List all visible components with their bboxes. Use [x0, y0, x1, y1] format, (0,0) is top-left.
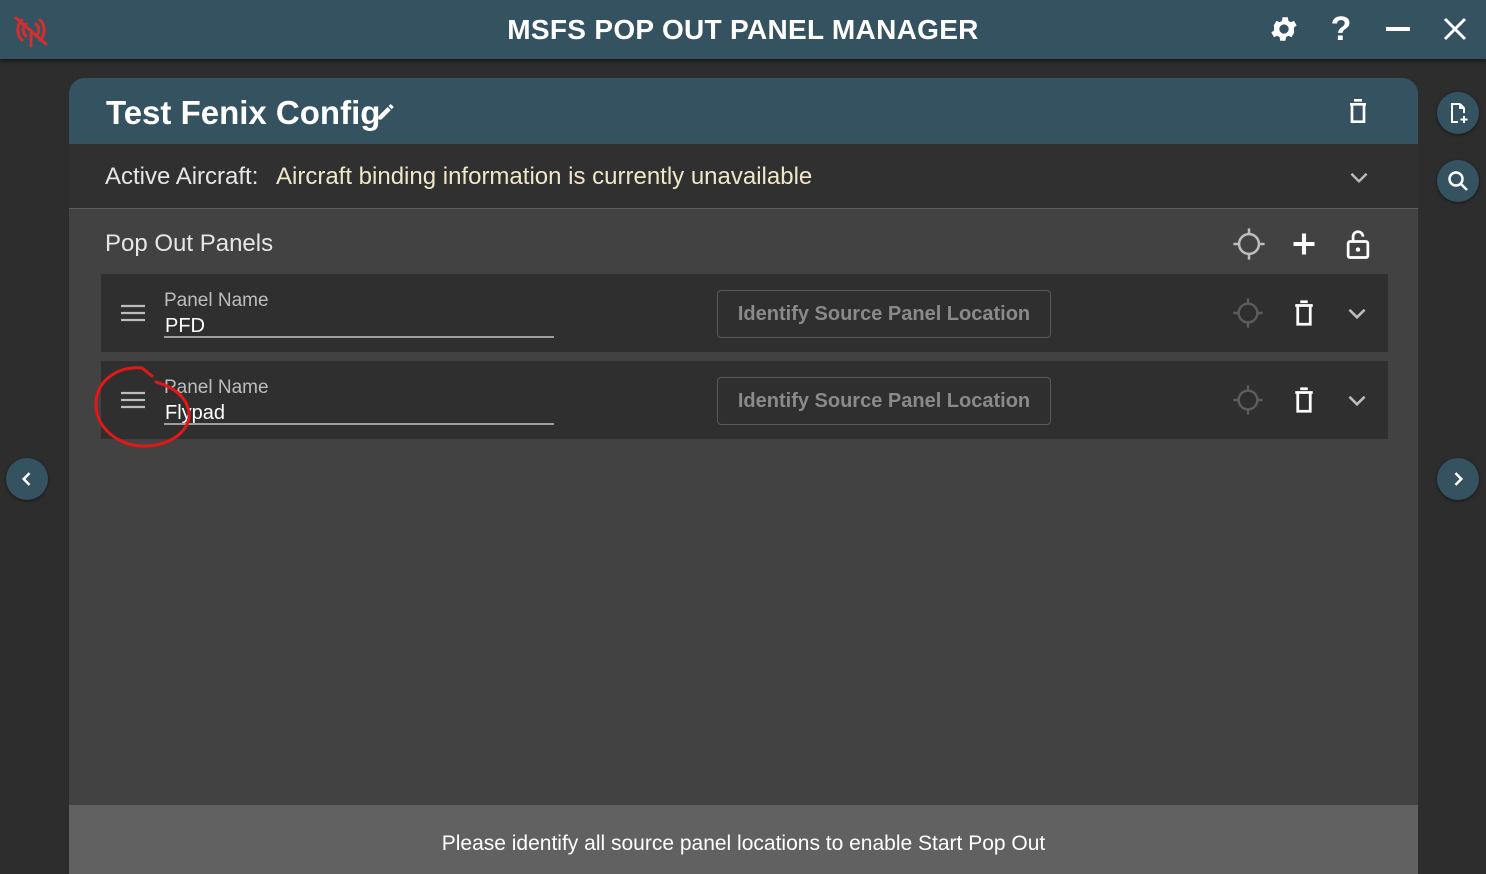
active-aircraft-row[interactable]: Active Aircraft: Aircraft binding inform… [69, 144, 1418, 209]
crosshair-icon[interactable] [1231, 383, 1265, 417]
chevron-down-icon[interactable] [1340, 296, 1374, 330]
delete-panel-icon[interactable] [1287, 296, 1321, 330]
input-underline [164, 336, 554, 338]
profile-card: Test Fenix Config Active Aircraft: Aircr… [69, 78, 1418, 874]
unlock-icon[interactable] [1340, 226, 1376, 262]
pencil-edit-icon[interactable] [374, 100, 398, 124]
help-icon[interactable]: ? [1322, 10, 1360, 48]
chevron-down-icon[interactable] [1340, 383, 1374, 417]
chevron-right-icon[interactable] [1437, 458, 1479, 500]
pop-out-panels-title: Pop Out Panels [105, 230, 274, 257]
input-underline [164, 423, 554, 425]
drag-handle-icon[interactable] [119, 301, 147, 325]
footer-message: Please identify all source panel locatio… [441, 832, 1046, 855]
panel-name-label: Panel Name [164, 290, 269, 311]
close-icon[interactable] [1436, 10, 1474, 48]
minimize-icon[interactable] [1379, 10, 1417, 48]
panel-row: Panel Name Identify Source Panel Locatio… [101, 274, 1388, 352]
app-title: MSFS POP OUT PANEL MANAGER [507, 14, 979, 45]
search-icon[interactable] [1437, 160, 1479, 202]
active-aircraft-label: Active Aircraft: [105, 163, 259, 190]
panel-row: Panel Name Identify Source Panel Locatio… [101, 361, 1388, 439]
drag-handle-icon[interactable] [119, 388, 147, 412]
title-bar: MSFS POP OUT PANEL MANAGER ? [0, 0, 1486, 59]
active-aircraft-value: Aircraft binding information is currentl… [276, 163, 813, 190]
status-footer: Please identify all source panel locatio… [69, 805, 1418, 874]
delete-profile-icon[interactable] [1342, 95, 1374, 127]
profile-name[interactable]: Test Fenix Config [106, 94, 380, 132]
chevron-left-icon[interactable] [6, 458, 48, 500]
add-profile-file-icon[interactable] [1437, 92, 1479, 134]
panel-name-label: Panel Name [164, 377, 269, 398]
identify-source-panel-button[interactable]: Identify Source Panel Location [717, 377, 1051, 425]
profile-header: Test Fenix Config [69, 78, 1418, 144]
delete-panel-icon[interactable] [1287, 383, 1321, 417]
chevron-down-icon[interactable] [1346, 164, 1372, 190]
settings-gear-icon[interactable] [1265, 10, 1303, 48]
crosshair-icon[interactable] [1231, 296, 1265, 330]
add-panel-icon[interactable] [1286, 226, 1322, 262]
crosshair-icon[interactable] [1231, 226, 1267, 262]
identify-source-panel-button[interactable]: Identify Source Panel Location [717, 290, 1051, 338]
